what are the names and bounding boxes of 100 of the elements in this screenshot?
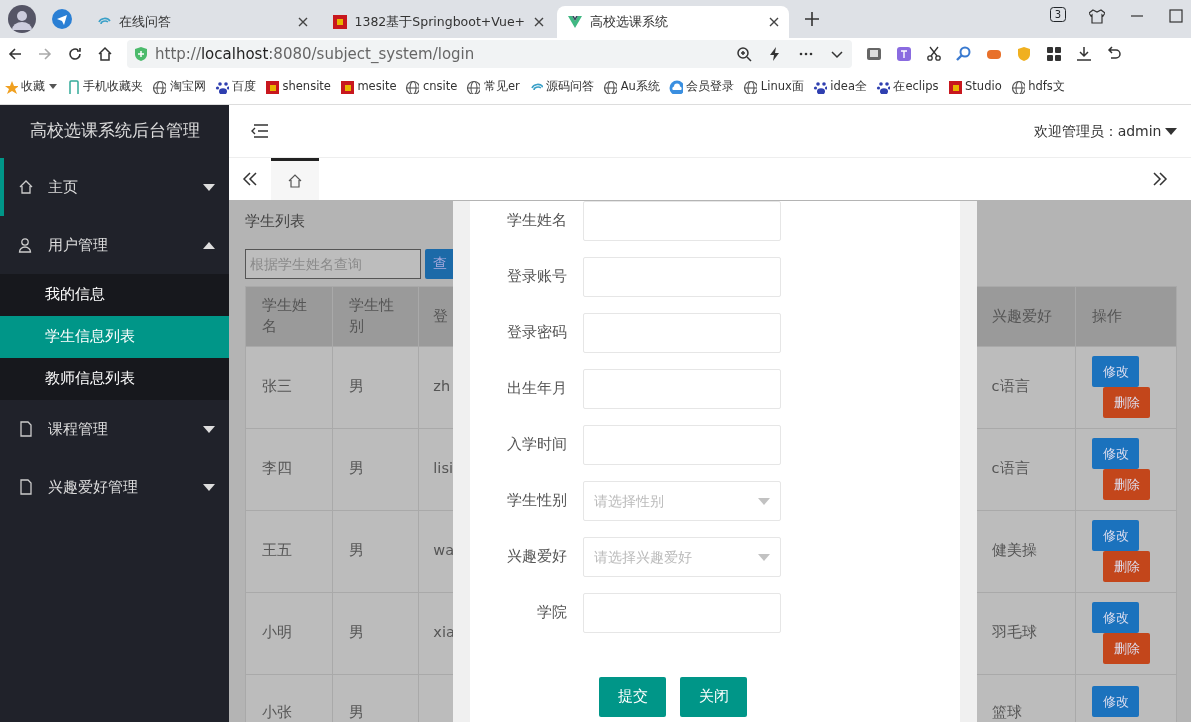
browser-tab[interactable]: 在线问答 — [86, 6, 318, 38]
column-header: 学生姓名 — [245, 286, 333, 347]
bookmark-link[interactable]: 手机收藏夹 — [65, 78, 143, 96]
delete-button[interactable]: 删除 — [1103, 469, 1151, 501]
table-cell-text: wa — [433, 542, 455, 559]
bookmark-link[interactable]: Au系统 — [603, 78, 660, 96]
bookmark-link[interactable]: 常见er — [466, 78, 520, 96]
home-tab[interactable] — [271, 158, 319, 200]
table-cell-text: 男 — [348, 460, 364, 477]
submit-button[interactable]: 提交 — [599, 677, 666, 717]
table-cell-text: c语言 — [991, 460, 1030, 477]
grid-icon[interactable] — [1046, 46, 1062, 62]
bookmark-link[interactable]: 在eclips — [875, 78, 939, 96]
browser-tab[interactable]: 1382基于Springboot+Vue+ — [321, 6, 554, 38]
bookmark-link[interactable]: mesite — [339, 78, 397, 96]
column-header: 兴趣爱好 — [975, 286, 1076, 347]
download-icon[interactable] — [1076, 46, 1092, 62]
book-icon[interactable] — [866, 46, 882, 62]
page-title: 学生列表 — [245, 213, 305, 229]
submenu-item[interactable]: 学生信息列表 — [0, 316, 229, 358]
close-icon[interactable] — [533, 17, 544, 27]
edit-button[interactable]: 修改 — [1092, 520, 1140, 552]
bookmark-link[interactable]: Studio — [947, 78, 1002, 96]
edit-button[interactable]: 修改 — [1092, 438, 1140, 470]
table-cell-text: 男 — [348, 624, 364, 641]
telegram-icon[interactable] — [50, 8, 73, 30]
shirt-icon[interactable] — [1089, 8, 1105, 24]
close-button[interactable]: 关闭 — [680, 677, 747, 717]
star-icon — [3, 80, 18, 94]
bookmark-link[interactable]: 会员登录 — [668, 78, 735, 96]
submenu-item[interactable]: 教师信息列表 — [0, 358, 229, 400]
address-bar[interactable]: http://localhost:8080/subject_system/login — [127, 40, 852, 68]
edit-button[interactable]: 修改 — [1092, 356, 1140, 388]
input-field[interactable] — [583, 425, 781, 465]
edit-button[interactable]: 修改 — [1092, 602, 1140, 634]
close-icon[interactable] — [298, 17, 308, 27]
submenu-item[interactable]: 我的信息 — [0, 274, 229, 316]
tab-count-badge[interactable]: 3 — [1050, 7, 1066, 22]
table-cell-text: 李四 — [262, 460, 292, 477]
delete-button[interactable]: 删除 — [1103, 551, 1151, 583]
file-icon — [18, 421, 34, 437]
close-icon[interactable] — [769, 17, 779, 27]
input-field[interactable] — [583, 313, 781, 353]
field-label: 登录账号 — [506, 267, 568, 287]
paw-icon — [812, 80, 827, 94]
bookmark-link[interactable]: 源码问答 — [528, 78, 595, 96]
plus-icon[interactable] — [804, 12, 819, 26]
delete-button[interactable]: 删除 — [1103, 387, 1151, 419]
field-label: 登录密码 — [506, 323, 568, 343]
caret-down-icon — [758, 497, 770, 505]
caret-icon[interactable] — [48, 84, 57, 90]
delete-button[interactable]: 删除 — [1103, 633, 1151, 665]
double-right-icon[interactable] — [1151, 171, 1169, 187]
back-icon[interactable] — [7, 46, 23, 62]
input-field[interactable] — [583, 257, 781, 297]
bookmark-link[interactable]: idea全 — [812, 78, 867, 96]
home-icon — [287, 172, 303, 189]
bookmark-link[interactable]: 淘宝网 — [152, 78, 206, 96]
bookmark-link[interactable]: cnsite — [405, 78, 458, 96]
search-icon[interactable] — [956, 46, 972, 62]
undo-icon[interactable] — [1106, 46, 1122, 62]
site-logo-icon — [331, 14, 348, 30]
user-menu[interactable]: 欢迎管理员：admin — [1033, 120, 1177, 142]
maximize-icon[interactable] — [1168, 8, 1184, 24]
menu-icon[interactable] — [250, 124, 268, 138]
edit-button[interactable]: 修改 — [1092, 685, 1140, 717]
double-left-icon[interactable] — [241, 171, 259, 187]
caret-down-icon — [203, 183, 215, 191]
avatar-icon[interactable] — [7, 4, 37, 34]
user-icon — [18, 237, 34, 253]
reload-icon[interactable] — [67, 46, 83, 62]
bookmark-link[interactable]: hdfs文 — [1010, 78, 1065, 96]
zoom-icon[interactable] — [736, 46, 752, 62]
table-cell-text: 小明 — [262, 624, 292, 641]
tab-title: 1382基于Springboot+Vue+ — [354, 12, 527, 31]
translate-icon[interactable] — [896, 46, 912, 62]
bookmark-link[interactable]: shensite — [265, 78, 331, 96]
input-field[interactable] — [583, 593, 781, 633]
table-cell-text: 男 — [348, 378, 364, 395]
table-cell-text: zh — [433, 378, 451, 395]
scissors-icon[interactable] — [926, 46, 942, 62]
bookmark-link[interactable]: 收藏 — [3, 78, 57, 96]
browser-tab[interactable]: 高校选课系统 — [557, 6, 789, 38]
input-field[interactable] — [583, 201, 781, 241]
menu-item[interactable]: 兴趣爱好管理 — [0, 458, 229, 516]
menu-item[interactable]: 用户管理 — [0, 216, 229, 274]
field-label: 兴趣爱好 — [506, 547, 568, 567]
input-field[interactable] — [583, 369, 781, 409]
bookmark-link[interactable]: 百度 — [214, 78, 256, 96]
caret-down-icon — [758, 553, 770, 561]
globe-icon — [743, 80, 758, 94]
bookmark-link[interactable]: Linux面 — [743, 78, 804, 96]
globe-icon — [405, 80, 420, 94]
menu-item[interactable]: 课程管理 — [0, 400, 229, 458]
home-icon[interactable] — [97, 46, 113, 62]
table-cell-text: 篮球 — [991, 704, 1022, 721]
column-header: 学生性别 — [332, 286, 419, 347]
url-text: http://localhost:8080/subject_system/login — [155, 43, 476, 65]
cloud-icon — [668, 80, 683, 94]
tab-title: 在线问答 — [119, 12, 172, 31]
